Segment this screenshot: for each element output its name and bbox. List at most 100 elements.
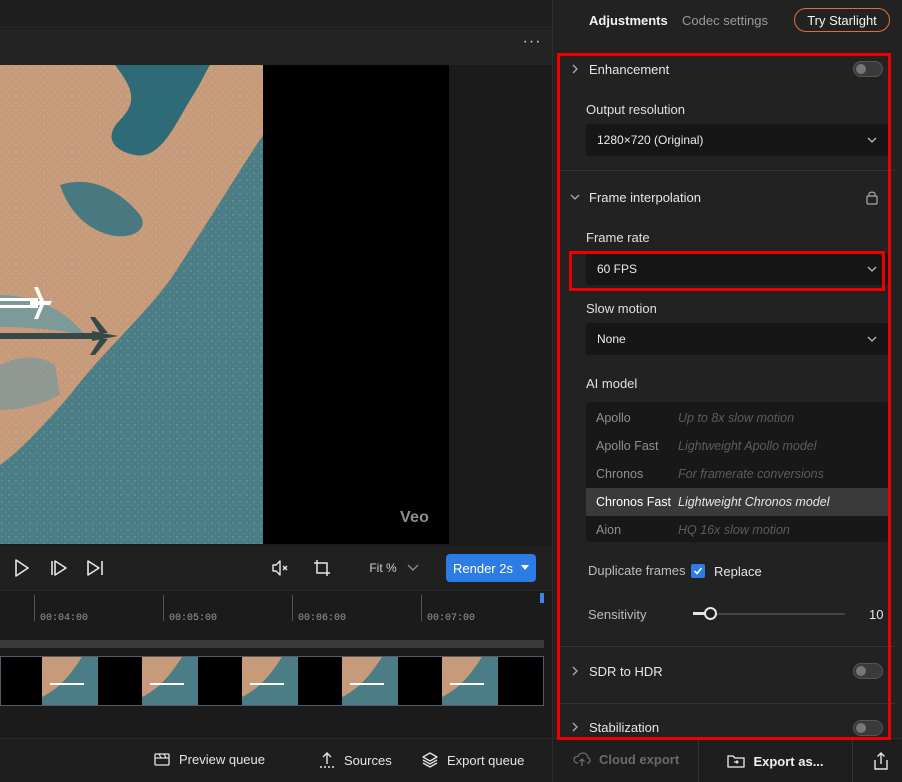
- frame-interpolation-title: Frame interpolation: [589, 189, 701, 205]
- mute-icon[interactable]: [268, 556, 292, 580]
- sdr-to-hdr-title: SDR to HDR: [589, 663, 663, 679]
- chevron-right-icon: [572, 666, 578, 676]
- slow-motion-value: None: [597, 332, 626, 346]
- tab-codec-settings[interactable]: Codec settings: [682, 13, 768, 28]
- model-desc: Lightweight Chronos model: [678, 495, 830, 509]
- divider: [559, 170, 895, 171]
- frame-rate-select[interactable]: 60 FPS: [586, 253, 888, 285]
- video-track-filmstrip[interactable]: [0, 656, 544, 706]
- model-option-chronos[interactable]: Chronos For framerate conversions: [586, 460, 888, 488]
- replace-label: Replace: [714, 564, 762, 579]
- thumbnail: [442, 657, 498, 705]
- skip-end-icon[interactable]: [83, 556, 107, 580]
- export-queue-label: Export queue: [447, 752, 525, 768]
- replace-checkbox[interactable]: [691, 564, 705, 578]
- layers-icon: [422, 752, 438, 768]
- divider: [559, 703, 895, 704]
- sdr-to-hdr-section-header[interactable]: SDR to HDR: [561, 658, 891, 684]
- top-toolbar: [0, 0, 552, 28]
- tab-adjustments[interactable]: Adjustments: [589, 13, 668, 28]
- chevron-down-icon: [867, 266, 877, 272]
- thumbnail: [42, 657, 98, 705]
- more-options-icon[interactable]: ···: [522, 34, 542, 55]
- tick-label: 00:07:00: [427, 613, 476, 624]
- tick-mark: [34, 595, 35, 621]
- step-forward-icon[interactable]: [47, 556, 71, 580]
- fit-label: Fit %: [369, 561, 397, 575]
- model-desc: HQ 16x slow motion: [678, 523, 790, 537]
- output-resolution-value: 1280×720 (Original): [597, 133, 704, 147]
- chevron-down-icon: [867, 336, 877, 342]
- frame-rate-label: Frame rate: [586, 230, 650, 245]
- slow-motion-select[interactable]: None: [586, 323, 888, 355]
- preview-queue-button[interactable]: Preview queue: [153, 751, 265, 767]
- panel-tabs: Adjustments Codec settings Try Starlight: [553, 0, 902, 40]
- sdr-to-hdr-toggle[interactable]: [853, 663, 883, 679]
- cloud-export-label: Cloud export: [599, 751, 680, 767]
- output-resolution-select[interactable]: 1280×720 (Original): [586, 124, 888, 156]
- playhead[interactable]: [540, 593, 544, 603]
- export-queue-button[interactable]: Export queue: [421, 751, 524, 769]
- try-starlight-button[interactable]: Try Starlight: [794, 8, 890, 32]
- video-frame: Veo: [0, 65, 449, 544]
- chevron-down-icon: [570, 194, 580, 200]
- tick-label: 00:06:00: [298, 613, 347, 624]
- stabilization-toggle[interactable]: [853, 720, 883, 736]
- settings-panel: Adjustments Codec settings Try Starlight…: [552, 0, 902, 782]
- aerial-video-image: [0, 65, 449, 544]
- cloud-upload-icon: [573, 752, 591, 766]
- model-option-aion[interactable]: Aion HQ 16x slow motion: [586, 516, 888, 542]
- fit-dropdown[interactable]: Fit %: [364, 556, 424, 580]
- crop-icon[interactable]: [310, 556, 334, 580]
- ai-model-label: AI model: [586, 376, 638, 391]
- model-desc: Up to 8x slow motion: [678, 411, 795, 425]
- model-option-apollo-fast[interactable]: Apollo Fast Lightweight Apollo model: [586, 432, 888, 460]
- sources-label: Sources: [344, 752, 392, 768]
- frame-interpolation-section-header[interactable]: Frame interpolation: [561, 184, 891, 210]
- watermark: Veo: [400, 509, 430, 526]
- tick-mark: [292, 595, 293, 621]
- tick-label: 00:04:00: [40, 613, 89, 624]
- model-name: Apollo: [596, 411, 631, 425]
- chevron-down-icon: [867, 137, 877, 143]
- preview-header: ···: [0, 29, 552, 65]
- sources-button[interactable]: Sources: [318, 751, 392, 769]
- playback-controls: Fit % Render 2s: [0, 546, 552, 590]
- model-option-chronos-fast[interactable]: Chronos Fast Lightweight Chronos model: [586, 488, 888, 516]
- play-icon[interactable]: [10, 556, 34, 580]
- lock-icon[interactable]: [865, 189, 879, 205]
- model-name: Chronos Fast: [596, 495, 672, 509]
- export-as-button[interactable]: Export as...: [698, 739, 853, 782]
- enhancement-toggle[interactable]: [853, 61, 883, 77]
- cloud-export-button[interactable]: Cloud export: [573, 751, 679, 767]
- frame-rate-value: 60 FPS: [597, 262, 638, 276]
- video-preview: Veo: [0, 65, 552, 544]
- model-name: Aion: [596, 523, 622, 537]
- duplicate-frames-label: Duplicate frames: [588, 563, 686, 578]
- film-icon: [154, 753, 170, 766]
- model-option-apollo[interactable]: Apollo Up to 8x slow motion: [586, 404, 888, 432]
- model-desc: For framerate conversions: [678, 467, 824, 481]
- export-footer: Cloud export Export as...: [553, 738, 902, 782]
- tick-label: 00:05:00: [169, 613, 218, 624]
- export-as-label: Export as...: [753, 753, 824, 769]
- enhancement-title: Enhancement: [589, 61, 670, 77]
- slow-motion-label: Slow motion: [586, 301, 657, 316]
- chevron-right-icon: [572, 722, 578, 732]
- output-resolution-label: Output resolution: [586, 102, 686, 117]
- upload-icon: [320, 752, 334, 768]
- stabilization-section-header[interactable]: Stabilization: [561, 715, 891, 739]
- render-button[interactable]: Render 2s: [446, 554, 536, 582]
- audio-track-bar[interactable]: [0, 640, 544, 648]
- model-desc: Lightweight Apollo model: [678, 439, 817, 453]
- divider: [559, 646, 895, 647]
- model-name: Chronos: [596, 467, 644, 481]
- enhancement-section-header[interactable]: Enhancement: [561, 56, 891, 82]
- chevron-down-icon: [407, 564, 419, 571]
- sensitivity-slider-handle[interactable]: [704, 607, 717, 620]
- preview-queue-label: Preview queue: [179, 751, 265, 767]
- share-icon[interactable]: [871, 751, 891, 771]
- chevron-right-icon: [572, 64, 578, 74]
- timeline-ruler[interactable]: 00:04:00 00:05:00 00:06:00 00:07:00: [0, 590, 552, 634]
- caret-down-icon: [520, 565, 529, 570]
